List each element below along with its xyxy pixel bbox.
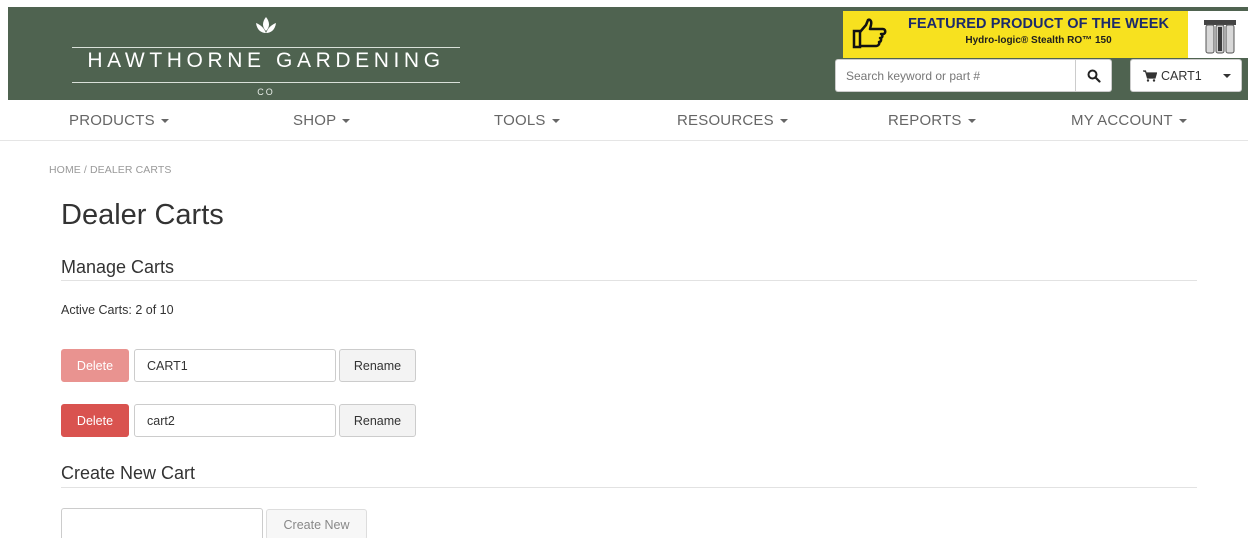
nav-my-account[interactable]: MY ACCOUNT bbox=[1071, 112, 1187, 129]
cart-dropdown-button[interactable]: CART1 bbox=[1130, 59, 1242, 92]
create-cart-heading: Create New Cart bbox=[61, 463, 196, 483]
brand-name: HAWTHORNE GARDENING bbox=[87, 49, 445, 72]
section-divider bbox=[61, 487, 1197, 488]
cart-name-input[interactable] bbox=[134, 404, 336, 437]
chevron-down-icon bbox=[342, 119, 351, 124]
shopping-cart-icon bbox=[1143, 69, 1157, 82]
featured-title: FEATURED PRODUCT OF THE WEEK bbox=[907, 16, 1170, 32]
active-carts-count: Active Carts: 2 of 10 bbox=[61, 303, 174, 317]
rename-cart-button[interactable]: Rename bbox=[339, 404, 416, 437]
chevron-down-icon bbox=[1178, 119, 1187, 124]
chevron-down-icon bbox=[551, 119, 560, 124]
cart-row: Delete Rename bbox=[61, 404, 421, 437]
nav-products[interactable]: PRODUCTS bbox=[69, 112, 169, 129]
nav-resources-label: RESOURCES bbox=[677, 112, 774, 129]
brand-logo[interactable]: HAWTHORNE GARDENING CO bbox=[66, 15, 464, 100]
logo-rule-top bbox=[72, 47, 460, 48]
search-input[interactable] bbox=[835, 59, 1075, 92]
main-nav: PRODUCTS SHOP TOOLS RESOURCES REPORTS MY… bbox=[0, 100, 1248, 141]
site-header: HAWTHORNE GARDENING CO FEATURED PRODUCT … bbox=[8, 7, 1248, 100]
chevron-down-icon bbox=[1223, 74, 1231, 78]
new-cart-name-input[interactable] bbox=[61, 508, 263, 538]
manage-carts-heading: Manage Carts bbox=[61, 257, 175, 277]
breadcrumb[interactable]: HOME / DEALER CARTS bbox=[49, 164, 171, 176]
leaf-icon bbox=[256, 17, 276, 33]
search-icon bbox=[1087, 69, 1101, 83]
nav-tools[interactable]: TOOLS bbox=[494, 112, 560, 129]
delete-cart-button[interactable]: Delete bbox=[61, 349, 129, 382]
pointing-hand-icon bbox=[852, 18, 887, 49]
ro-filter-product-icon bbox=[1204, 20, 1236, 54]
delete-cart-button[interactable]: Delete bbox=[61, 404, 129, 437]
chevron-down-icon bbox=[160, 119, 169, 124]
section-divider bbox=[61, 280, 1197, 281]
featured-product-banner[interactable]: FEATURED PRODUCT OF THE WEEK Hydro-logic… bbox=[843, 11, 1248, 58]
cart-name-input[interactable] bbox=[134, 349, 336, 382]
chevron-down-icon bbox=[779, 119, 788, 124]
rename-cart-button[interactable]: Rename bbox=[339, 349, 416, 382]
chevron-down-icon bbox=[967, 119, 976, 124]
search-button[interactable] bbox=[1075, 59, 1112, 92]
nav-my-account-label: MY ACCOUNT bbox=[1071, 112, 1173, 129]
nav-reports[interactable]: REPORTS bbox=[888, 112, 976, 129]
nav-shop[interactable]: SHOP bbox=[293, 112, 351, 129]
nav-products-label: PRODUCTS bbox=[69, 112, 155, 129]
nav-shop-label: SHOP bbox=[293, 112, 337, 129]
nav-tools-label: TOOLS bbox=[494, 112, 546, 129]
nav-resources[interactable]: RESOURCES bbox=[677, 112, 788, 129]
nav-reports-label: REPORTS bbox=[888, 112, 962, 129]
create-new-cart-button[interactable]: Create New bbox=[266, 509, 367, 538]
cart-row: Delete Rename bbox=[61, 349, 421, 382]
cart-dropdown-label: CART1 bbox=[1161, 68, 1202, 83]
featured-product-name: Hydro-logic® Stealth RO™ 150 bbox=[965, 35, 1112, 46]
page-title: Dealer Carts bbox=[61, 199, 224, 231]
logo-rule-bottom bbox=[72, 82, 460, 83]
brand-suffix: CO bbox=[257, 87, 275, 97]
